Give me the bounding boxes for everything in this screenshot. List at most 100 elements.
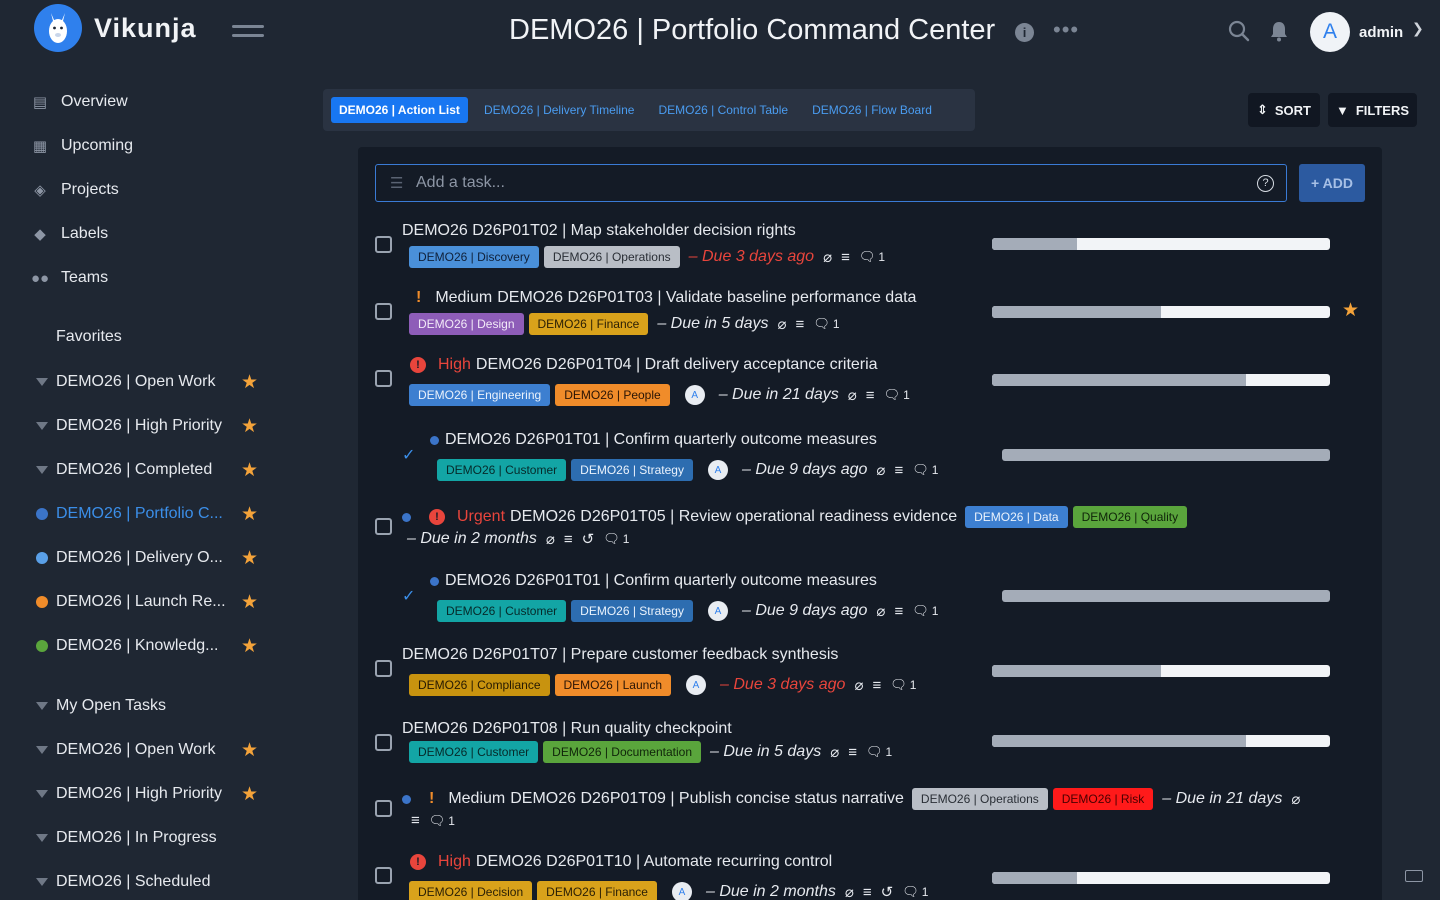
task-checkbox[interactable] bbox=[375, 660, 392, 677]
done-checkmark-icon[interactable]: ✓ bbox=[402, 586, 415, 606]
star-icon[interactable]: ★ bbox=[241, 635, 258, 658]
nav-projects[interactable]: ◈ Projects bbox=[30, 176, 119, 204]
due-date[interactable]: – Due 3 days ago bbox=[720, 676, 845, 694]
task-label[interactable]: DEMO26 | People bbox=[555, 384, 670, 406]
assignee-avatar[interactable]: A bbox=[671, 882, 692, 900]
task-label[interactable]: DEMO26 | Quality bbox=[1072, 506, 1188, 528]
favorites-heading[interactable]: Favorites bbox=[56, 328, 122, 346]
add-task-placeholder[interactable]: Add a task... bbox=[416, 174, 1257, 192]
username[interactable]: admin bbox=[1359, 24, 1403, 41]
assignee-avatar[interactable]: A bbox=[707, 601, 728, 621]
nav-upcoming[interactable]: ▦ Upcoming bbox=[30, 132, 133, 160]
star-icon[interactable]: ★ bbox=[241, 503, 258, 526]
task-checkbox[interactable] bbox=[375, 518, 392, 535]
task-row[interactable]: ! High DEMO26 D26P01T10 | Automate recurri… bbox=[360, 849, 1380, 900]
task-label[interactable]: DEMO26 | Risk bbox=[1052, 788, 1154, 810]
task-row[interactable]: ! Medium DEMO26 D26P01T03 | Validate basel… bbox=[360, 285, 1380, 345]
more-options-icon[interactable]: ••• bbox=[1053, 17, 1079, 43]
task-checkbox[interactable] bbox=[375, 800, 392, 817]
sidebar-project-item[interactable]: DEMO26 | Open Work ★ bbox=[36, 736, 276, 764]
keyboard-icon[interactable] bbox=[1405, 870, 1423, 882]
task-checkbox[interactable] bbox=[375, 236, 392, 253]
search-icon[interactable] bbox=[1228, 20, 1250, 42]
task-label[interactable]: DEMO26 | Customer bbox=[437, 600, 567, 622]
done-checkmark-icon[interactable]: ✓ bbox=[402, 445, 415, 465]
task-row[interactable]: DEMO26 D26P01T02 | Map stakeholder decis… bbox=[360, 218, 1380, 278]
task-label[interactable]: DEMO26 | Documentation bbox=[543, 741, 702, 763]
task-checkbox[interactable] bbox=[375, 303, 392, 320]
sidebar-project-item[interactable]: DEMO26 | Completed ★ bbox=[36, 456, 276, 484]
tab-flow-board[interactable]: DEMO26 | Flow Board bbox=[804, 97, 940, 123]
nav-teams[interactable]: ●● Teams bbox=[30, 264, 108, 292]
task-row[interactable]: ! Medium DEMO26 D26P01T09 | Publish concis… bbox=[360, 784, 1380, 844]
task-checkbox[interactable] bbox=[375, 370, 392, 387]
due-date[interactable]: – Due in 21 days bbox=[719, 386, 839, 404]
star-icon[interactable]: ★ bbox=[241, 415, 258, 438]
task-title[interactable]: DEMO26 D26P01T09 | Publish concise statu… bbox=[510, 790, 904, 808]
due-date[interactable]: – Due in 5 days bbox=[657, 315, 768, 333]
sidebar-project-item[interactable]: DEMO26 | Portfolio C... ★ bbox=[36, 500, 276, 528]
task-title[interactable]: DEMO26 D26P01T03 | Validate baseline per… bbox=[497, 289, 916, 307]
menu-toggle-icon[interactable] bbox=[232, 25, 264, 43]
sidebar-project-item[interactable]: DEMO26 | Knowledg... ★ bbox=[36, 632, 276, 660]
sidebar-project-item[interactable]: My Open Tasks bbox=[36, 692, 276, 720]
task-label[interactable]: DEMO26 | Operations bbox=[911, 788, 1048, 810]
due-date[interactable]: – Due in 2 months bbox=[407, 530, 537, 548]
sidebar-project-item[interactable]: DEMO26 | Open Work ★ bbox=[36, 368, 276, 396]
tab-action-list[interactable]: DEMO26 | Action List bbox=[331, 97, 468, 123]
task-row[interactable]: ! High DEMO26 D26P01T04 | Draft delivery a… bbox=[360, 352, 1380, 412]
star-icon[interactable]: ★ bbox=[241, 459, 258, 482]
task-label[interactable]: DEMO26 | Finance bbox=[528, 313, 649, 335]
sidebar-project-item[interactable]: DEMO26 | In Progress bbox=[36, 824, 276, 852]
task-row[interactable]: ! Urgent DEMO26 D26P01T05 | Review operati… bbox=[360, 502, 1380, 562]
due-date[interactable]: – Due 9 days ago bbox=[742, 461, 867, 479]
sidebar-project-item[interactable]: DEMO26 | Launch Re... ★ bbox=[36, 588, 276, 616]
assignee-avatar[interactable]: A bbox=[686, 675, 707, 695]
tab-delivery-timeline[interactable]: DEMO26 | Delivery Timeline bbox=[476, 97, 643, 123]
task-label[interactable]: DEMO26 | Customer bbox=[437, 459, 567, 481]
app-logo[interactable]: Vikunja bbox=[34, 4, 197, 52]
assignee-avatar[interactable]: A bbox=[707, 460, 728, 480]
task-label[interactable]: DEMO26 | Finance bbox=[537, 881, 657, 900]
sidebar-project-item[interactable]: DEMO26 | Delivery O... ★ bbox=[36, 544, 276, 572]
star-icon[interactable]: ★ bbox=[241, 371, 258, 394]
due-date[interactable]: – Due in 2 months bbox=[706, 883, 836, 900]
task-title[interactable]: DEMO26 D26P01T10 | Automate recurring co… bbox=[476, 853, 832, 871]
task-title[interactable]: DEMO26 D26P01T07 | Prepare customer feed… bbox=[402, 646, 838, 664]
tab-control-table[interactable]: DEMO26 | Control Table bbox=[650, 97, 796, 123]
task-title[interactable]: DEMO26 D26P01T01 | Confirm quarterly out… bbox=[445, 572, 877, 590]
due-date[interactable]: – Due in 5 days bbox=[710, 743, 821, 761]
task-title[interactable]: DEMO26 D26P01T05 | Review operational re… bbox=[510, 508, 957, 526]
task-row[interactable]: ✓ DEMO26 D26P01T01 | Confirm quarterly ou… bbox=[360, 568, 1380, 628]
help-icon[interactable]: ? bbox=[1257, 174, 1274, 192]
sidebar-project-item[interactable]: DEMO26 | Scheduled bbox=[36, 868, 276, 896]
due-date[interactable]: – Due 3 days ago bbox=[689, 248, 814, 266]
task-row[interactable]: DEMO26 D26P01T07 | Prepare customer feed… bbox=[360, 642, 1380, 702]
assignee-avatar[interactable]: A bbox=[684, 385, 705, 405]
task-checkbox[interactable] bbox=[375, 867, 392, 884]
star-icon[interactable]: ★ bbox=[241, 591, 258, 614]
task-label[interactable]: DEMO26 | Decision bbox=[409, 881, 533, 900]
task-label[interactable]: DEMO26 | Customer bbox=[409, 741, 539, 763]
task-label[interactable]: DEMO26 | Strategy bbox=[571, 459, 693, 481]
due-date[interactable]: – Due 9 days ago bbox=[742, 602, 867, 620]
task-title[interactable]: DEMO26 D26P01T02 | Map stakeholder decis… bbox=[402, 222, 796, 240]
task-label[interactable]: DEMO26 | Data bbox=[965, 506, 1068, 528]
add-task-field[interactable]: ☰ Add a task... ? bbox=[375, 164, 1287, 202]
task-row[interactable]: ✓ DEMO26 D26P01T01 | Confirm quarterly ou… bbox=[360, 427, 1380, 487]
task-label[interactable]: DEMO26 | Compliance bbox=[409, 674, 550, 696]
star-icon[interactable]: ★ bbox=[241, 739, 258, 762]
task-label[interactable]: DEMO26 | Strategy bbox=[571, 600, 693, 622]
nav-labels[interactable]: ◆ Labels bbox=[30, 220, 108, 248]
task-checkbox[interactable] bbox=[375, 734, 392, 751]
task-title[interactable]: DEMO26 D26P01T04 | Draft delivery accept… bbox=[476, 356, 878, 374]
nav-overview[interactable]: ▤ Overview bbox=[30, 88, 128, 116]
task-title[interactable]: DEMO26 D26P01T08 | Run quality checkpoin… bbox=[402, 720, 732, 738]
sidebar-project-item[interactable]: DEMO26 | High Priority ★ bbox=[36, 780, 276, 808]
sort-button[interactable]: ⇕ SORT bbox=[1248, 93, 1320, 127]
star-icon[interactable]: ★ bbox=[241, 783, 258, 806]
filters-button[interactable]: ▼ FILTERS bbox=[1328, 93, 1417, 127]
task-label[interactable]: DEMO26 | Launch bbox=[554, 674, 672, 696]
notifications-bell-icon[interactable] bbox=[1270, 21, 1288, 42]
info-icon[interactable]: i bbox=[1015, 23, 1034, 42]
